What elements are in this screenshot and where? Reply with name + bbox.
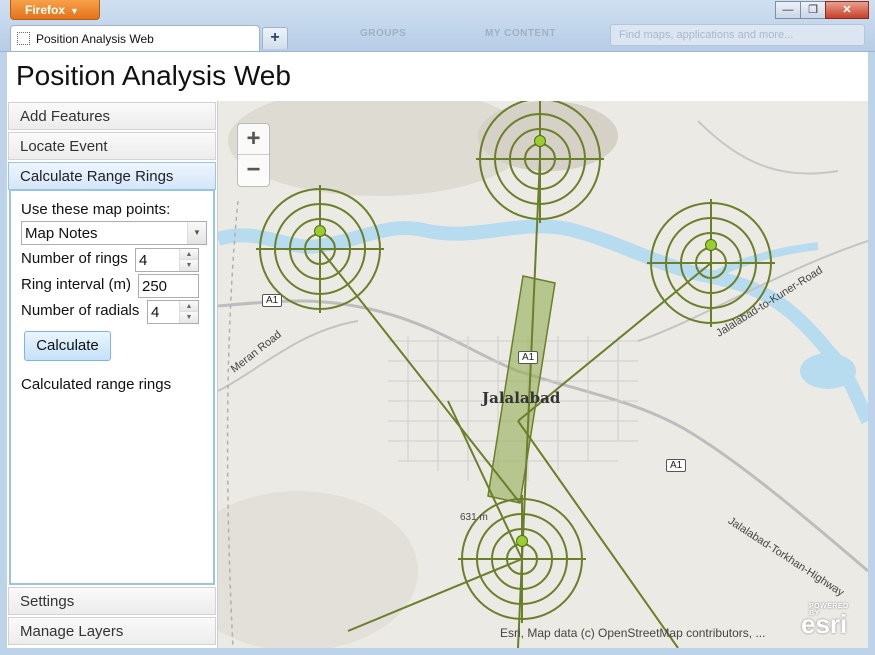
zoom-out-button[interactable]: − <box>238 155 269 186</box>
app-title: Position Analysis Web <box>16 60 291 91</box>
section-locate-event[interactable]: Locate Event <box>8 132 216 160</box>
firefox-menu-label: Firefox <box>25 3 66 17</box>
map-point-marker <box>516 535 528 547</box>
road-meran <box>218 320 359 392</box>
map-attribution: Esri, Map data (c) OpenStreetMap contrib… <box>500 626 766 640</box>
window-border-bottom <box>0 648 875 655</box>
ghost-nav-content: MY CONTENT <box>485 28 556 39</box>
rings-spin-buttons: ▲ ▼ <box>179 249 198 271</box>
interval-label: Ring interval (m) <box>21 276 132 293</box>
esri-logo: POWERED BY esri <box>801 603 848 640</box>
rings-row: Number of rings 4 ▲ ▼ <box>21 247 213 273</box>
road-shield: A1 <box>518 351 539 364</box>
points-row: Use these map points: <box>21 201 213 221</box>
chevron-down-icon[interactable]: ▼ <box>187 222 206 244</box>
terrain-hills-southwest <box>218 491 418 648</box>
window-border-left <box>0 52 7 655</box>
spin-down-icon[interactable]: ▼ <box>180 312 198 323</box>
ghost-nav-groups: GROUPS <box>360 28 407 39</box>
city-label: Jalalabad <box>482 389 561 407</box>
map-points-select[interactable]: Map Notes ▼ <box>21 221 207 245</box>
road-shield: A1 <box>666 459 687 472</box>
points-label: Use these map points: <box>21 201 171 218</box>
section-add-features[interactable]: Add Features <box>8 102 216 130</box>
map-point-marker <box>705 239 717 251</box>
close-button[interactable]: ✕ <box>825 1 869 19</box>
road-north <box>697 120 839 175</box>
map-view[interactable]: + − Jalalabad Meran Road Jalalabad-to-Ku… <box>218 101 868 648</box>
terrain-ridge <box>478 101 618 171</box>
window-controls: — ❐ ✕ <box>775 1 869 19</box>
section-settings[interactable]: Settings <box>8 587 216 615</box>
elevation-label: 631 m <box>460 512 488 523</box>
interval-row: Ring interval (m) 250 <box>21 273 213 299</box>
rings-value: 4 <box>139 252 148 269</box>
road-shield: A1 <box>262 294 283 307</box>
restore-button[interactable]: ❐ <box>800 1 826 19</box>
radials-stepper[interactable]: 4 ▲ ▼ <box>147 300 199 324</box>
rings-stepper[interactable]: 4 ▲ ▼ <box>135 248 199 272</box>
calculate-row: Calculate <box>21 331 213 365</box>
zoom-control: + − <box>237 123 270 187</box>
map-point-marker <box>534 135 546 147</box>
caret-down-icon: ▼ <box>70 6 79 16</box>
rings-label: Number of rings <box>21 250 128 267</box>
esri-logo-caption: POWERED BY <box>809 603 849 617</box>
radial-line <box>517 420 679 648</box>
range-rings-form: Use these map points: Map Notes ▼ Number… <box>9 190 215 585</box>
spin-up-icon[interactable]: ▲ <box>180 301 198 312</box>
tab-title: Position Analysis Web <box>36 32 154 46</box>
window-border-right <box>868 52 875 655</box>
result-label: Calculated range rings <box>21 376 172 393</box>
radials-spin-buttons: ▲ ▼ <box>179 301 198 323</box>
browser-tab[interactable]: Position Analysis Web <box>10 25 260 51</box>
map-canvas[interactable] <box>218 101 868 648</box>
section-manage-layers[interactable]: Manage Layers <box>8 617 216 645</box>
zoom-in-button[interactable]: + <box>238 124 269 155</box>
minimize-button[interactable]: — <box>775 1 801 19</box>
radials-value: 4 <box>151 304 160 321</box>
app-header: Position Analysis Web <box>7 52 868 102</box>
map-point-marker <box>314 225 326 237</box>
new-tab-button[interactable]: + <box>262 27 288 49</box>
section-calculate-range-rings[interactable]: Calculate Range Rings <box>8 162 216 190</box>
calculate-button[interactable]: Calculate <box>24 331 111 361</box>
lake <box>800 353 856 389</box>
side-panel: Add Features Locate Event Calculate Rang… <box>7 101 218 648</box>
browser-titlebar: Firefox ▼ — ❐ ✕ Position Analysis Web + G… <box>0 0 875 52</box>
spin-down-icon[interactable]: ▼ <box>180 260 198 271</box>
ghost-search: Find maps, applications and more... <box>610 24 865 46</box>
radials-label: Number of radials <box>21 302 140 319</box>
interval-input[interactable]: 250 <box>138 274 199 298</box>
points-select-row: Map Notes ▼ <box>21 221 213 247</box>
firefox-menu-button[interactable]: Firefox ▼ <box>10 0 100 20</box>
radial-line <box>319 248 521 504</box>
map-points-value: Map Notes <box>25 225 98 242</box>
page-icon <box>17 32 30 45</box>
radials-row: Number of radials 4 ▲ ▼ <box>21 299 213 325</box>
spin-up-icon[interactable]: ▲ <box>180 249 198 260</box>
